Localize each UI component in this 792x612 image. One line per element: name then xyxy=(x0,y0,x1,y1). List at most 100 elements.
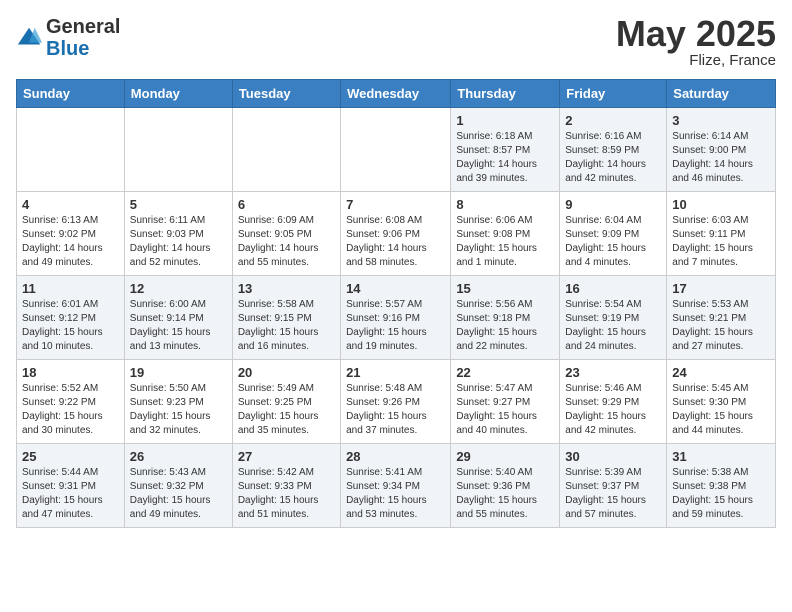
day-number: 25 xyxy=(22,449,119,464)
day-number: 12 xyxy=(130,281,227,296)
week-row-2: 4 Sunrise: 6:13 AM Sunset: 9:02 PM Daylig… xyxy=(17,192,776,276)
day-number: 28 xyxy=(346,449,445,464)
calendar-cell: 24Sunrise: 5:45 AM Sunset: 9:30 PM Dayli… xyxy=(667,360,776,444)
day-detail: Sunrise: 5:49 AM Sunset: 9:25 PM Dayligh… xyxy=(238,382,335,438)
day-detail: Sunrise: 5:57 AM Sunset: 9:16 PM Dayligh… xyxy=(346,298,445,354)
day-number: 19 xyxy=(130,365,227,380)
day-detail: Sunrise: 6:08 AM Sunset: 9:06 PM Dayligh… xyxy=(346,214,445,270)
day-number: 26 xyxy=(130,449,227,464)
calendar-header: SundayMondayTuesdayWednesdayThursdayFrid… xyxy=(17,80,776,108)
day-detail: Sunrise: 5:44 AM Sunset: 9:31 PM Dayligh… xyxy=(22,466,119,522)
header-day-sunday: Sunday xyxy=(17,80,125,108)
day-detail: Sunrise: 5:45 AM Sunset: 9:30 PM Dayligh… xyxy=(672,382,770,438)
calendar-cell: 4 Sunrise: 6:13 AM Sunset: 9:02 PM Daylig… xyxy=(17,192,125,276)
day-detail: Sunrise: 6:14 AM Sunset: 9:00 PM Dayligh… xyxy=(672,130,770,186)
day-number: 31 xyxy=(672,449,770,464)
day-detail: Sunrise: 6:18 AM Sunset: 8:57 PM Dayligh… xyxy=(456,130,554,186)
logo-general: General xyxy=(46,16,120,38)
day-number: 30 xyxy=(565,449,661,464)
day-detail: Sunrise: 5:48 AM Sunset: 9:26 PM Dayligh… xyxy=(346,382,445,438)
day-detail: Sunrise: 5:52 AM Sunset: 9:22 PM Dayligh… xyxy=(22,382,119,438)
day-number: 13 xyxy=(238,281,335,296)
calendar-cell: 31 Sunrise: 5:38 AM Sunset: 9:38 PM Dayli… xyxy=(667,444,776,528)
calendar-cell: 12Sunrise: 6:00 AM Sunset: 9:14 PM Dayli… xyxy=(124,276,232,360)
day-number: 14 xyxy=(346,281,445,296)
week-row-1: 1Sunrise: 6:18 AM Sunset: 8:57 PM Daylig… xyxy=(17,108,776,192)
calendar-cell: 29 Sunrise: 5:40 AM Sunset: 9:36 PM Dayli… xyxy=(451,444,560,528)
calendar-cell: 27Sunrise: 5:42 AM Sunset: 9:33 PM Dayli… xyxy=(232,444,340,528)
calendar-cell: 3 Sunrise: 6:14 AM Sunset: 9:00 PM Daylig… xyxy=(667,108,776,192)
day-number: 16 xyxy=(565,281,661,296)
calendar-cell: 16 Sunrise: 5:54 AM Sunset: 9:19 PM Dayli… xyxy=(560,276,667,360)
calendar-body: 1Sunrise: 6:18 AM Sunset: 8:57 PM Daylig… xyxy=(17,108,776,528)
day-detail: Sunrise: 5:43 AM Sunset: 9:32 PM Dayligh… xyxy=(130,466,227,522)
day-detail: Sunrise: 5:41 AM Sunset: 9:34 PM Dayligh… xyxy=(346,466,445,522)
header-day-tuesday: Tuesday xyxy=(232,80,340,108)
calendar-cell: 15 Sunrise: 5:56 AM Sunset: 9:18 PM Dayli… xyxy=(451,276,560,360)
calendar-cell: 28 Sunrise: 5:41 AM Sunset: 9:34 PM Dayli… xyxy=(341,444,451,528)
day-detail: Sunrise: 5:46 AM Sunset: 9:29 PM Dayligh… xyxy=(565,382,661,438)
calendar-cell: 30 Sunrise: 5:39 AM Sunset: 9:37 PM Dayli… xyxy=(560,444,667,528)
day-detail: Sunrise: 5:47 AM Sunset: 9:27 PM Dayligh… xyxy=(456,382,554,438)
day-detail: Sunrise: 5:38 AM Sunset: 9:38 PM Dayligh… xyxy=(672,466,770,522)
day-number: 22 xyxy=(456,365,554,380)
calendar-cell: 5Sunrise: 6:11 AM Sunset: 9:03 PM Daylig… xyxy=(124,192,232,276)
header-day-monday: Monday xyxy=(124,80,232,108)
day-number: 9 xyxy=(565,197,661,212)
calendar-cell xyxy=(17,108,125,192)
calendar-cell xyxy=(232,108,340,192)
calendar-cell: 26 Sunrise: 5:43 AM Sunset: 9:32 PM Dayli… xyxy=(124,444,232,528)
calendar-cell: 18 Sunrise: 5:52 AM Sunset: 9:22 PM Dayli… xyxy=(17,360,125,444)
day-detail: Sunrise: 5:39 AM Sunset: 9:37 PM Dayligh… xyxy=(565,466,661,522)
calendar-cell xyxy=(341,108,451,192)
day-number: 11 xyxy=(22,281,119,296)
day-number: 29 xyxy=(456,449,554,464)
logo-icon xyxy=(16,24,44,52)
day-number: 18 xyxy=(22,365,119,380)
header-day-wednesday: Wednesday xyxy=(341,80,451,108)
day-number: 20 xyxy=(238,365,335,380)
day-number: 2 xyxy=(565,113,661,128)
calendar-cell: 22 Sunrise: 5:47 AM Sunset: 9:27 PM Dayli… xyxy=(451,360,560,444)
calendar-cell: 13 Sunrise: 5:58 AM Sunset: 9:15 PM Dayli… xyxy=(232,276,340,360)
day-detail: Sunrise: 6:04 AM Sunset: 9:09 PM Dayligh… xyxy=(565,214,661,270)
calendar-table: SundayMondayTuesdayWednesdayThursdayFrid… xyxy=(16,79,776,528)
day-number: 7 xyxy=(346,197,445,212)
day-detail: Sunrise: 6:13 AM Sunset: 9:02 PM Dayligh… xyxy=(22,214,119,270)
calendar-cell: 19 Sunrise: 5:50 AM Sunset: 9:23 PM Dayli… xyxy=(124,360,232,444)
week-row-5: 25 Sunrise: 5:44 AM Sunset: 9:31 PM Dayli… xyxy=(17,444,776,528)
header-day-saturday: Saturday xyxy=(667,80,776,108)
header-row: SundayMondayTuesdayWednesdayThursdayFrid… xyxy=(17,80,776,108)
day-detail: Sunrise: 5:58 AM Sunset: 9:15 PM Dayligh… xyxy=(238,298,335,354)
day-detail: Sunrise: 5:56 AM Sunset: 9:18 PM Dayligh… xyxy=(456,298,554,354)
day-number: 15 xyxy=(456,281,554,296)
page-header: General Blue May 2025 Flize, France xyxy=(16,16,776,69)
day-number: 6 xyxy=(238,197,335,212)
day-number: 8 xyxy=(456,197,554,212)
logo-blue: Blue xyxy=(46,38,89,60)
calendar-cell: 10Sunrise: 6:03 AM Sunset: 9:11 PM Dayli… xyxy=(667,192,776,276)
day-detail: Sunrise: 6:06 AM Sunset: 9:08 PM Dayligh… xyxy=(456,214,554,270)
calendar-cell: 23Sunrise: 5:46 AM Sunset: 9:29 PM Dayli… xyxy=(560,360,667,444)
day-detail: Sunrise: 5:54 AM Sunset: 9:19 PM Dayligh… xyxy=(565,298,661,354)
day-number: 3 xyxy=(672,113,770,128)
calendar-cell: 20 Sunrise: 5:49 AM Sunset: 9:25 PM Dayli… xyxy=(232,360,340,444)
calendar-cell: 7 Sunrise: 6:08 AM Sunset: 9:06 PM Daylig… xyxy=(341,192,451,276)
calendar-cell: 17Sunrise: 5:53 AM Sunset: 9:21 PM Dayli… xyxy=(667,276,776,360)
day-number: 4 xyxy=(22,197,119,212)
calendar-cell: 2 Sunrise: 6:16 AM Sunset: 8:59 PM Daylig… xyxy=(560,108,667,192)
header-day-friday: Friday xyxy=(560,80,667,108)
day-detail: Sunrise: 6:16 AM Sunset: 8:59 PM Dayligh… xyxy=(565,130,661,186)
day-number: 21 xyxy=(346,365,445,380)
header-day-thursday: Thursday xyxy=(451,80,560,108)
calendar-cell: 11Sunrise: 6:01 AM Sunset: 9:12 PM Dayli… xyxy=(17,276,125,360)
calendar-cell: 1Sunrise: 6:18 AM Sunset: 8:57 PM Daylig… xyxy=(451,108,560,192)
calendar-cell: 9 Sunrise: 6:04 AM Sunset: 9:09 PM Daylig… xyxy=(560,192,667,276)
day-detail: Sunrise: 5:42 AM Sunset: 9:33 PM Dayligh… xyxy=(238,466,335,522)
day-number: 10 xyxy=(672,197,770,212)
calendar-cell: 6Sunrise: 6:09 AM Sunset: 9:05 PM Daylig… xyxy=(232,192,340,276)
day-detail: Sunrise: 5:50 AM Sunset: 9:23 PM Dayligh… xyxy=(130,382,227,438)
location: Flize, France xyxy=(616,52,776,69)
day-detail: Sunrise: 5:40 AM Sunset: 9:36 PM Dayligh… xyxy=(456,466,554,522)
calendar-cell: 14 Sunrise: 5:57 AM Sunset: 9:16 PM Dayli… xyxy=(341,276,451,360)
